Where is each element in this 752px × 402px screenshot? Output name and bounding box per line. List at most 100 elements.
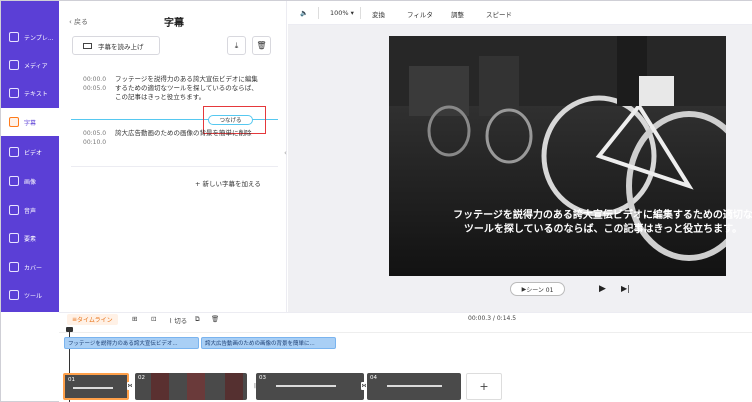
split-button[interactable]: ⌇ 切る — [169, 315, 187, 325]
cover-icon — [9, 262, 19, 272]
clip-thumbnail — [276, 385, 336, 387]
subtitle-clip[interactable]: フッテージを説得力のある誇大宣伝ビデオ... — [64, 337, 199, 349]
split-label: 切る — [174, 317, 188, 325]
clip-thumbnail — [387, 385, 442, 387]
video-caption[interactable]: フッテージを説得力のある誇大宣伝ビデオに編集するための適切なツールを探しているの… — [453, 209, 752, 237]
sidebar-item-label: 音声 — [24, 207, 37, 215]
timeline-toggle[interactable]: ≡ タイムライン — [67, 314, 118, 325]
back-link[interactable]: ‹ 戻る — [69, 17, 88, 27]
add-clip-button[interactable]: + — [466, 373, 502, 400]
zoom-value: 100% — [330, 9, 349, 17]
video-clip[interactable]: 03 — [256, 373, 364, 400]
adjust-button[interactable]: 調整 — [451, 9, 464, 19]
copy-icon[interactable]: ⧉ — [195, 315, 200, 324]
sidebar: テンプレ... メディア テキスト 字幕 ビデオ 画像 音声 要素 カバー ツー… — [1, 1, 59, 312]
divider — [318, 7, 319, 19]
chevron-down-icon: ▾ — [350, 9, 354, 17]
sidebar-item-images[interactable]: 画像 — [1, 167, 59, 195]
image-icon — [9, 176, 19, 186]
app-window: テンプレ... メディア テキスト 字幕 ビデオ 画像 音声 要素 カバー ツー… — [0, 0, 752, 402]
folder-icon — [9, 60, 19, 70]
play-icon[interactable]: ▶ — [599, 284, 606, 294]
skip-forward-icon[interactable]: ▶| — [621, 284, 630, 293]
top-toolbar: 🔈 100% ▾ 変換 フィルタ 調整 スピード — [288, 1, 752, 25]
sidebar-item-label: 画像 — [24, 178, 37, 186]
sidebar-item-video[interactable]: ビデオ — [1, 138, 59, 166]
sidebar-item-label: 字幕 — [24, 119, 37, 127]
text-icon — [9, 88, 19, 98]
volume-icon[interactable]: 🔈 — [300, 9, 308, 17]
subtitle-end: 00:10.0 — [83, 139, 107, 146]
sidebar-item-elements[interactable]: 要素 — [1, 224, 59, 252]
tools-icon — [9, 290, 19, 300]
delete-button[interactable]: 🗑 — [252, 36, 271, 55]
video-icon — [9, 147, 19, 157]
subtitle-text[interactable]: フッテージを説得力のある誇大宣伝ビデオに編集するための適切なツールを探しているの… — [115, 75, 261, 102]
back-label: 戻る — [74, 18, 89, 26]
timeline-time: 00:00.3 / 0:14.5 — [468, 315, 517, 322]
clip-number: 02 — [138, 375, 145, 381]
sidebar-item-label: カバー — [24, 264, 43, 272]
clip-thumbnail — [225, 373, 243, 400]
sidebar-item-label: テンプレ... — [24, 34, 54, 42]
add-subtitle-button[interactable]: + 新しい字幕を加える — [195, 178, 261, 188]
read-subtitles-label: 字幕を読み上げ — [98, 42, 144, 51]
scissors-icon: ⌇ — [169, 317, 173, 325]
subtitle-clip[interactable]: 誇大広告動画のための画像の背景を簡単に... — [201, 337, 336, 349]
clip-thumbnail — [187, 373, 205, 400]
subtitle-end: 00:05.0 — [83, 85, 107, 92]
template-icon — [9, 32, 19, 42]
speed-button[interactable]: スピード — [486, 9, 512, 19]
sidebar-item-label: 要素 — [24, 235, 37, 243]
elements-icon — [9, 233, 19, 243]
subtitle-start: 00:00.0 — [83, 76, 107, 83]
sidebar-item-audio[interactable]: 音声 — [1, 196, 59, 224]
filter-button[interactable]: フィルタ — [407, 9, 433, 19]
trash-icon: 🗑 — [256, 41, 267, 50]
clip-thumbnail — [73, 387, 113, 389]
download-icon: ⤓ — [234, 40, 239, 50]
subtitle-panel: ‹ 戻る 字幕 字幕を読み上げ ⤓ 🗑 00:00.0 00:05.0 フッテー… — [59, 1, 287, 312]
add-icon[interactable]: ⊞ — [132, 315, 137, 323]
divider — [360, 7, 361, 19]
clip-number: 03 — [259, 375, 266, 381]
read-subtitles-button[interactable]: 字幕を読み上げ — [72, 36, 160, 55]
sidebar-item-label: ツール — [24, 292, 43, 300]
sidebar-item-cover[interactable]: カバー — [1, 253, 59, 281]
music-icon — [9, 205, 19, 215]
timeline-ruler — [59, 327, 752, 333]
download-button[interactable]: ⤓ — [227, 36, 246, 55]
subtitle-start: 00:05.0 — [83, 130, 107, 137]
subtitle-time: 00:05.0 00:10.0 — [83, 129, 106, 147]
video-clip[interactable]: 04 — [367, 373, 461, 400]
sidebar-item-templates[interactable]: テンプレ... — [1, 23, 59, 51]
video-preview[interactable] — [389, 36, 726, 276]
scene-label: シーン 01 — [526, 286, 554, 294]
panel-title: 字幕 — [164, 18, 184, 29]
sidebar-item-subtitles[interactable]: 字幕 — [1, 108, 59, 136]
sidebar-item-media[interactable]: メディア — [1, 51, 59, 79]
scene-selector[interactable]: ▶ シーン 01 — [510, 282, 565, 296]
transition-icon[interactable]: ⋈ — [127, 382, 133, 390]
sidebar-item-text[interactable]: テキスト — [1, 79, 59, 107]
sidebar-item-label: テキスト — [24, 90, 48, 98]
cyclist-image — [389, 36, 726, 276]
subtitle-icon — [9, 117, 19, 127]
trash-icon[interactable]: 🗑 — [211, 315, 219, 323]
sidebar-item-label: ビデオ — [24, 149, 43, 157]
clip-thumbnail — [151, 373, 169, 400]
video-clip[interactable]: 02 — [135, 373, 247, 400]
divider — [71, 166, 278, 167]
crop-icon[interactable]: ⊡ — [151, 315, 156, 323]
subtitle-text[interactable]: 誇大広告動画のための画像の背景を簡単に削除 — [115, 129, 261, 138]
subtitle-time: 00:00.0 00:05.0 — [83, 75, 106, 93]
clip-number: 04 — [370, 375, 377, 381]
clip-number: 01 — [68, 377, 75, 383]
sidebar-item-label: メディア — [24, 62, 48, 70]
zoom-select[interactable]: 100% ▾ — [330, 9, 354, 17]
add-subtitle-label: 新しい字幕を加える — [202, 180, 261, 188]
timeline: ≡ タイムライン ⊞ ⊡ ⌇ 切る ⧉ 🗑 00:00.3 / 0:14.5 フ… — [59, 312, 752, 402]
transform-button[interactable]: 変換 — [372, 9, 385, 19]
sidebar-item-tools[interactable]: ツール — [1, 281, 59, 309]
video-clip[interactable]: 01 — [63, 373, 129, 400]
